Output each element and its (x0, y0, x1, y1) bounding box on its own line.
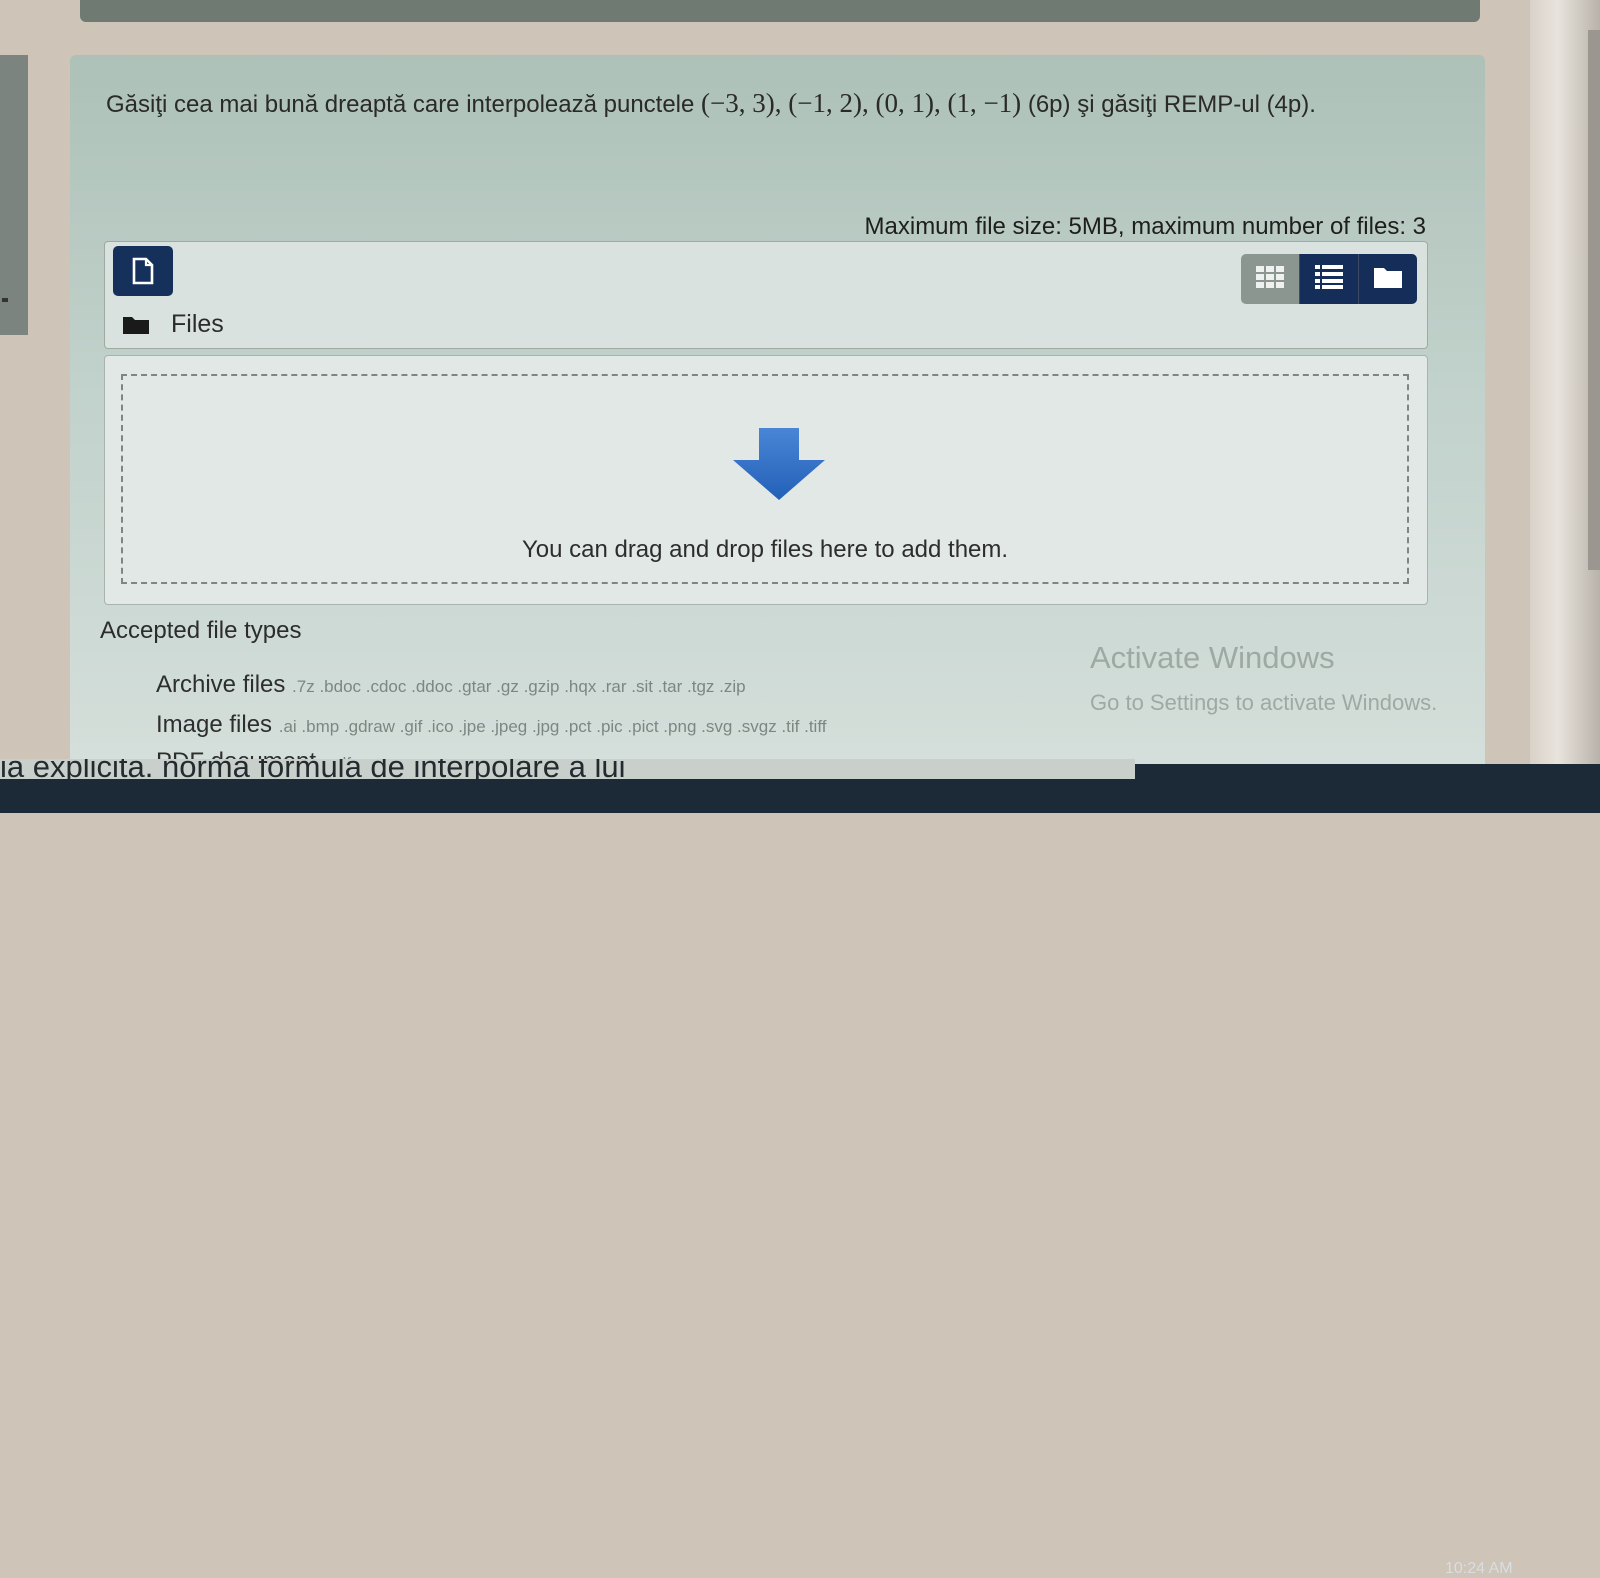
file-type-extensions: .7z .bdoc .cdoc .ddoc .gtar .gz .gzip .h… (292, 677, 746, 696)
accepted-file-types-title: Accepted file types (100, 617, 302, 644)
question-text-before: Găsiţi cea mai bună dreaptă care interpo… (106, 91, 695, 118)
file-dropzone[interactable]: You can drag and drop files here to add … (121, 374, 1409, 584)
breadcrumb: Files (123, 310, 224, 339)
list-view-button[interactable] (1299, 254, 1358, 304)
file-icon (132, 257, 154, 285)
view-mode-switcher (1241, 254, 1417, 304)
add-file-button[interactable] (113, 246, 173, 296)
dropzone-text: You can drag and drop files here to add … (521, 536, 1009, 563)
taskbar-clock[interactable]: 10:24 AM (1445, 1560, 1513, 1578)
question-panel: Găsiţi cea mai bună dreaptă care interpo… (70, 55, 1485, 775)
grid-icon (1256, 265, 1284, 293)
file-type-label: Image files (156, 711, 273, 738)
activate-windows-watermark: Activate Windows Go to Settings to activ… (1090, 640, 1437, 716)
list-icon (1315, 264, 1343, 294)
filemanager-toolbar: Files (104, 241, 1428, 349)
grid-view-button[interactable] (1241, 254, 1299, 304)
background-text-bleed: ia explicită. norma formula de interpola… (0, 759, 1135, 779)
file-type-row-image: Image files .ai .bmp .gdraw .gif .ico .j… (156, 711, 826, 739)
breadcrumb-files-link[interactable]: Files (171, 310, 224, 339)
page-header-bar (80, 0, 1480, 22)
download-arrow-icon (733, 428, 825, 500)
question-points-math: (−3, 3), (−1, 2), (0, 1), (1, −1) (701, 88, 1022, 118)
question-text-after: (6p) şi găsiţi REMP-ul (4p). (1027, 91, 1316, 118)
tree-view-button[interactable] (1358, 254, 1417, 304)
folder-icon (1374, 266, 1402, 293)
file-type-label: Archive files (156, 671, 286, 698)
watermark-subtitle: Go to Settings to activate Windows. (1090, 690, 1438, 715)
filemanager-content: You can drag and drop files here to add … (104, 355, 1428, 605)
watermark-title: Activate Windows (1090, 640, 1335, 675)
question-text: Găsiţi cea mai bună dreaptă care interpo… (106, 85, 1406, 123)
left-sidebar-mark (2, 298, 8, 302)
scrollbar-thumb[interactable] (1588, 30, 1600, 570)
bleed-text: ia explicită. norma formula de interpola… (0, 759, 626, 779)
file-limits-text: Maximum file size: 5MB, maximum number o… (864, 213, 1426, 240)
folder-icon (123, 316, 149, 334)
file-type-row-archive: Archive files .7z .bdoc .cdoc .ddoc .gta… (156, 671, 746, 699)
left-sidebar-edge (0, 55, 28, 335)
file-type-extensions: .ai .bmp .gdraw .gif .ico .jpe .jpeg .jp… (278, 717, 827, 736)
